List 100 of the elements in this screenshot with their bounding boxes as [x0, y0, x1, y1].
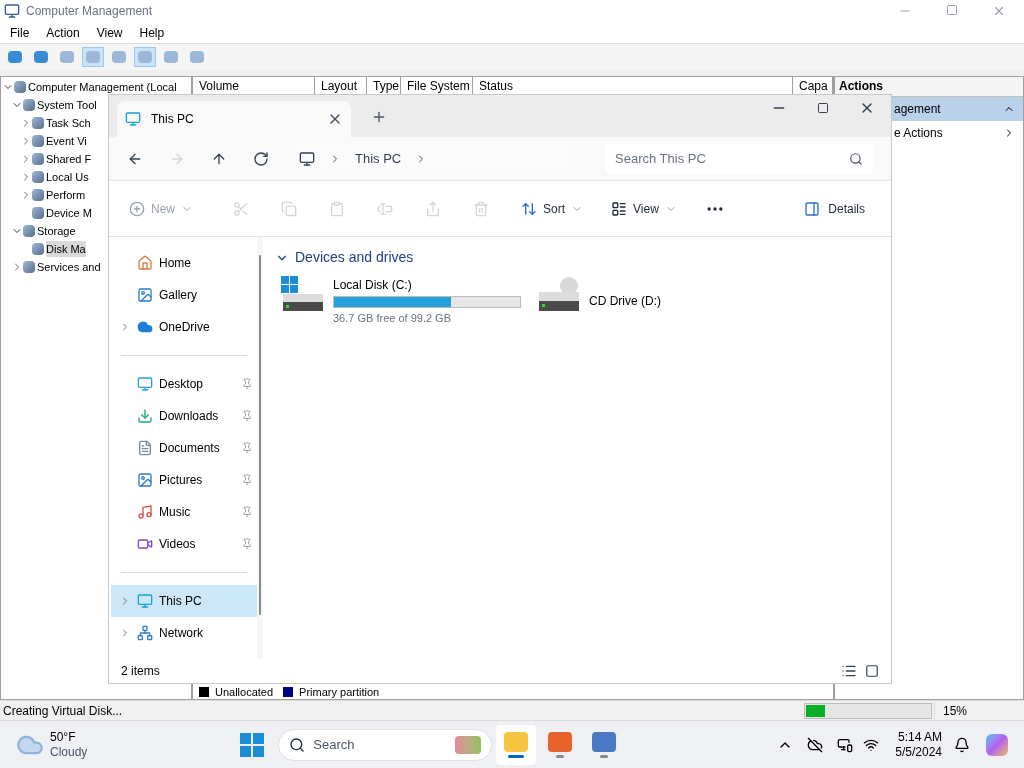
- tree-item[interactable]: System Tool: [37, 96, 97, 114]
- pin-icon[interactable]: [241, 474, 253, 486]
- weather-condition: Cloudy: [50, 744, 88, 760]
- window-title: Computer Management: [26, 3, 153, 20]
- progress-percent: 15%: [934, 701, 1024, 720]
- pin-icon[interactable]: [241, 442, 253, 454]
- actions-submenu-item[interactable]: e Actions: [892, 121, 1023, 145]
- tree-item[interactable]: Storage: [37, 222, 76, 240]
- nav-item[interactable]: Gallery: [111, 279, 257, 311]
- toolbar-button[interactable]: [82, 47, 104, 67]
- pin-icon[interactable]: [241, 410, 253, 422]
- monitor-icon: [299, 150, 315, 167]
- search-icon: [289, 736, 306, 753]
- node-icon: [23, 225, 35, 237]
- group-header[interactable]: Devices and drives: [295, 247, 414, 268]
- search-input[interactable]: Search: [313, 734, 448, 755]
- tree-item[interactable]: Device M: [46, 204, 92, 222]
- nav-item[interactable]: Downloads: [111, 400, 257, 432]
- actions-header: Actions: [835, 77, 1023, 97]
- cd-drive-icon: [537, 276, 581, 312]
- music-icon: [137, 504, 153, 520]
- details-view-icon[interactable]: [841, 663, 857, 679]
- desktop-icon: [137, 376, 153, 392]
- actions-section-header[interactable]: agement: [892, 97, 1023, 121]
- plus-icon: [129, 200, 145, 217]
- nav-item[interactable]: Music: [111, 496, 257, 528]
- cloud-off-icon[interactable]: [807, 736, 824, 753]
- nav-item[interactable]: Documents: [111, 432, 257, 464]
- nav-item[interactable]: OneDrive: [111, 311, 257, 343]
- node-icon: [23, 99, 35, 111]
- picture-icon: [137, 472, 153, 488]
- node-icon: [32, 171, 44, 183]
- network-icon: [137, 625, 153, 641]
- legend-label: Primary partition: [299, 684, 380, 700]
- start-icon[interactable]: [240, 732, 265, 757]
- new-tab-icon[interactable]: [371, 109, 387, 125]
- tree-item[interactable]: Event Vi: [46, 132, 87, 150]
- sort-icon: [521, 200, 537, 217]
- tiles-view-icon[interactable]: [865, 664, 879, 678]
- maximize-icon[interactable]: [817, 102, 829, 114]
- node-icon: [14, 81, 26, 93]
- refresh-icon[interactable]: [253, 150, 269, 167]
- download-icon: [137, 408, 153, 424]
- drive-name[interactable]: CD Drive (D:): [589, 292, 777, 311]
- home-icon: [137, 255, 153, 271]
- clock-date[interactable]: 5/5/2024: [895, 744, 942, 760]
- monitor-icon: [137, 593, 153, 609]
- document-icon: [137, 440, 153, 456]
- free-space-text: 36.7 GB free of 99.2 GB: [333, 311, 452, 326]
- menu-item[interactable]: Action: [46, 23, 80, 42]
- nav-item[interactable]: Home: [111, 247, 257, 279]
- menu-item[interactable]: File: [10, 23, 30, 42]
- monitor-icon: [125, 111, 141, 127]
- tree-item[interactable]: Task Sch: [46, 114, 91, 132]
- search-input[interactable]: Search This PC: [615, 148, 849, 169]
- pin-icon[interactable]: [241, 378, 253, 390]
- view-button[interactable]: View: [611, 199, 677, 218]
- tree-item[interactable]: Computer Management (Local: [28, 78, 177, 96]
- pin-icon[interactable]: [241, 538, 253, 550]
- menu-item[interactable]: Help: [139, 23, 165, 42]
- taskbar-search[interactable]: Search: [278, 728, 493, 761]
- breadcrumb-item[interactable]: This PC: [355, 148, 402, 169]
- tree-item[interactable]: Local Us: [46, 168, 89, 186]
- taskbar-app[interactable]: [496, 724, 537, 765]
- details-button[interactable]: Details: [804, 199, 865, 218]
- menu-item[interactable]: View: [96, 23, 123, 42]
- nav-item[interactable]: Videos: [111, 528, 257, 560]
- node-icon: [32, 189, 44, 201]
- video-icon: [137, 536, 153, 552]
- tree-item[interactable]: Perform: [46, 186, 86, 204]
- copilot-icon[interactable]: [986, 733, 1008, 756]
- bell-icon[interactable]: [954, 736, 970, 753]
- restore-icon[interactable]: [946, 4, 958, 16]
- tree-item[interactable]: Services and: [37, 258, 101, 276]
- search-icon: [849, 151, 863, 166]
- network-icon[interactable]: [837, 736, 854, 753]
- tree-item[interactable]: Shared F: [46, 150, 92, 168]
- nav-item[interactable]: Network: [111, 617, 257, 649]
- details-pane-icon: [804, 200, 821, 217]
- legend-label: Unallocated: [215, 684, 274, 700]
- drive-name[interactable]: Local Disk (C:): [333, 276, 521, 294]
- sort-button[interactable]: Sort: [521, 199, 584, 218]
- window-tab[interactable]: This PC: [117, 101, 351, 137]
- clock-time[interactable]: 5:14 AM: [898, 729, 942, 745]
- view-icon: [611, 200, 628, 217]
- node-icon: [32, 207, 44, 219]
- nav-item[interactable]: Desktop: [111, 368, 257, 400]
- pin-icon[interactable]: [241, 506, 253, 518]
- gallery-icon: [137, 287, 153, 303]
- drive-icon: [281, 276, 325, 312]
- nav-item[interactable]: Pictures: [111, 464, 257, 496]
- node-icon: [32, 243, 44, 255]
- nav-item[interactable]: This PC: [111, 585, 257, 617]
- tree-item[interactable]: Disk Ma: [46, 240, 86, 258]
- cloud-icon: [137, 319, 153, 335]
- search-field[interactable]: Search This PC: [605, 143, 873, 174]
- scrollbar-thumb[interactable]: [259, 255, 261, 615]
- app-icon: [4, 3, 20, 19]
- toolbar-button[interactable]: [134, 47, 156, 67]
- status-text: Creating Virtual Disk...: [2, 702, 124, 720]
